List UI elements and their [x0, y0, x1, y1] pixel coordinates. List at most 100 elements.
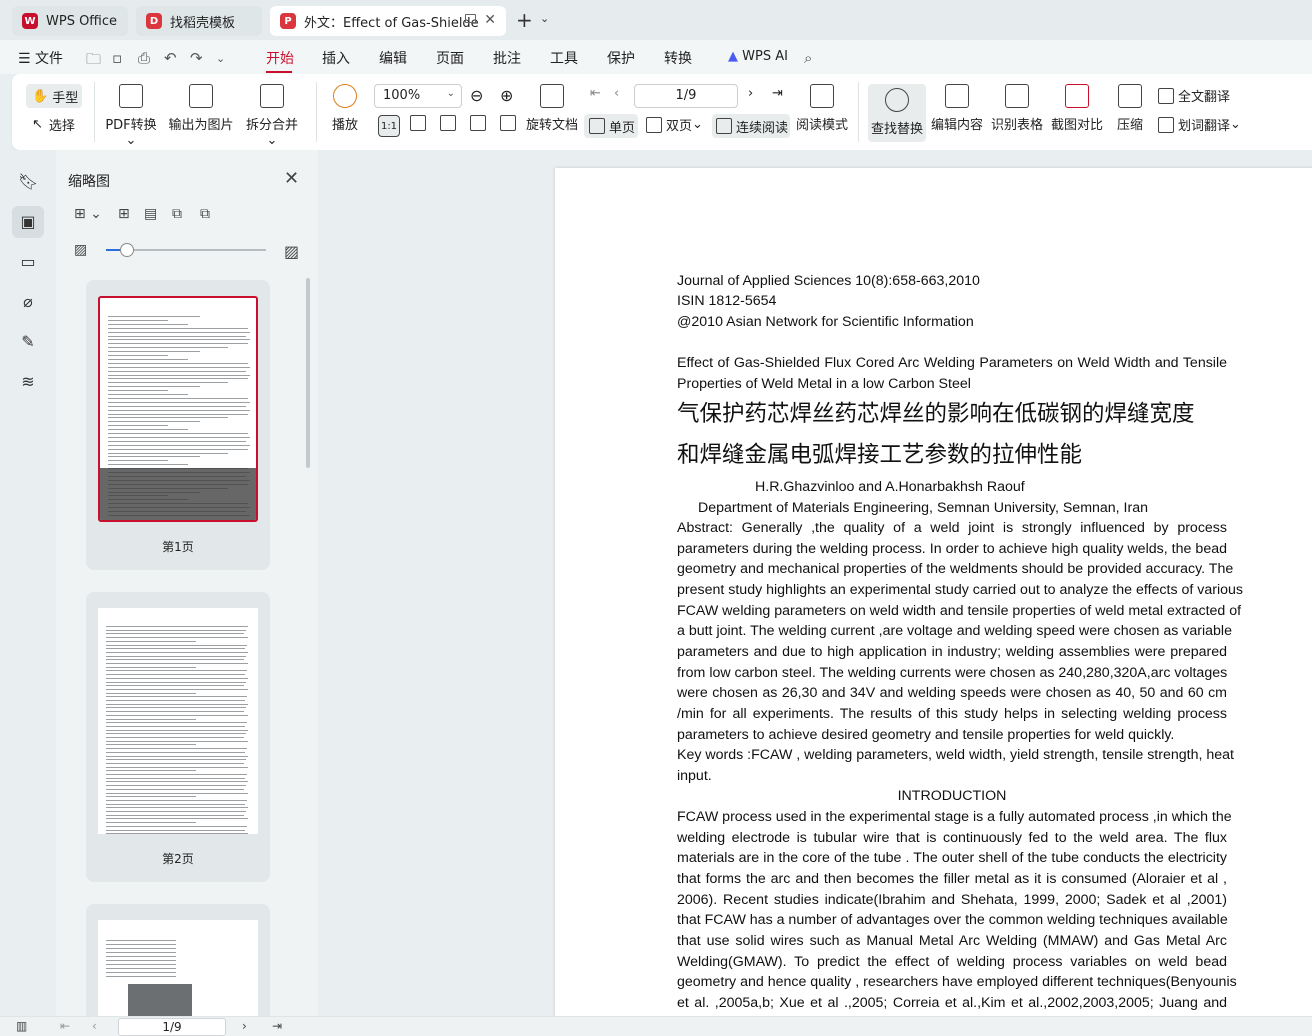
actual-size-icon[interactable]: 1:1 — [378, 115, 400, 137]
close-icon[interactable]: ✕ — [284, 168, 299, 189]
reading-mode-button[interactable]: 阅读模式 — [794, 84, 850, 133]
find-replace-button[interactable]: 查找替换 — [868, 84, 926, 142]
thumbnail-text-line — [106, 718, 196, 720]
tab-document[interactable]: P 外文：Effect of Gas-Shielde ✕ — [270, 6, 506, 36]
layers-icon[interactable]: ≋ — [18, 372, 38, 392]
thumbnail-text-line — [108, 421, 200, 423]
continuous-reading-button[interactable]: 连续阅读 — [712, 114, 790, 138]
bookmark-icon[interactable]: 🔖︎ — [18, 172, 38, 192]
page-2-thumbnail[interactable] — [98, 608, 258, 834]
comment-icon[interactable]: ▭ — [18, 252, 38, 272]
slider-knob[interactable] — [120, 243, 134, 257]
compress-button[interactable]: 压缩 — [1110, 84, 1150, 133]
zoom-out-icon[interactable]: ⊖ — [470, 86, 483, 105]
prev-page-icon[interactable]: ‹ — [614, 86, 619, 101]
thumbnail-text-line — [108, 440, 246, 442]
last-page-icon[interactable]: ⇥ — [772, 86, 783, 101]
play-button[interactable]: 播放 — [324, 84, 366, 133]
fit-width-icon[interactable] — [440, 115, 460, 131]
signature-icon[interactable]: ✎ — [18, 332, 38, 352]
menu-bar: ☰ 文件 🗀 ▫ ⎙ ↶ ↷ ⌄ 开始 插入 编辑 页面 批注 工具 保护 转换… — [0, 40, 1312, 74]
thumbnail-text-line — [106, 737, 244, 738]
extract-page-icon[interactable]: ⧉ — [200, 206, 210, 222]
double-page-button[interactable]: 双页 ⌄ — [646, 115, 703, 134]
screenshot-compare-button[interactable]: 截图对比 — [1050, 84, 1104, 133]
undo-icon[interactable]: ↶ — [164, 49, 177, 67]
text-line: parameters to achieve desired geometry a… — [677, 726, 1175, 743]
export-image-button[interactable]: 输出为图片 — [168, 84, 234, 133]
chevron-down-icon[interactable]: ⌄ — [540, 12, 549, 25]
rotate-right-icon[interactable] — [500, 115, 520, 131]
grid-view-icon[interactable]: ⊞ ⌄ — [74, 206, 102, 222]
close-tab-icon[interactable]: ✕ — [484, 12, 496, 28]
print-icon[interactable]: ⎙ — [138, 49, 150, 67]
prev-page-icon[interactable]: ‹ — [92, 1019, 97, 1033]
thumbnail-text-line — [108, 378, 248, 380]
next-page-icon[interactable]: › — [242, 1019, 247, 1033]
edit-content-button[interactable]: 编辑内容 — [930, 84, 984, 133]
menu-convert[interactable]: 转换 — [664, 48, 692, 68]
small-image-icon[interactable]: ▨ — [74, 242, 87, 258]
menu-annotate[interactable]: 批注 — [493, 48, 521, 68]
zoom-select[interactable]: 100% ⌄ — [374, 84, 462, 108]
first-page-icon[interactable]: ⇤ — [590, 86, 601, 101]
thumbnail-card-page-1[interactable]: 第1页 — [86, 280, 270, 570]
menu-home[interactable]: 开始 — [266, 48, 294, 68]
menu-insert[interactable]: 插入 — [322, 48, 350, 68]
duplicate-page-icon[interactable]: ⧉ — [172, 206, 182, 222]
last-page-icon[interactable]: ⇥ — [272, 1019, 282, 1033]
select-tool-button[interactable]: ↖ 选择 — [32, 115, 75, 134]
menu-page[interactable]: 页面 — [436, 48, 464, 68]
thumbnail-icon[interactable]: ▣ — [18, 212, 38, 232]
tab-label: WPS Office — [46, 13, 118, 29]
save-icon[interactable]: ▫ — [112, 49, 122, 67]
chevron-down-icon[interactable]: ⌄ — [216, 52, 225, 65]
document-viewport[interactable]: Journal of Applied Sciences 10(8):658-66… — [318, 150, 1312, 1016]
single-page-button[interactable]: 单页 — [584, 114, 638, 138]
window-icon[interactable] — [465, 14, 476, 23]
rotate-document-button[interactable]: 旋转文档 — [522, 84, 582, 133]
split-merge-button[interactable]: 拆分合并 ⌄ — [240, 84, 304, 148]
new-tab-icon[interactable]: + — [516, 8, 533, 32]
insert-page-icon[interactable]: ⊞ — [118, 206, 130, 222]
export-image-icon — [189, 84, 213, 108]
tab-template[interactable]: D 找稻壳模板 — [136, 6, 262, 36]
fit-page-icon[interactable] — [410, 115, 430, 131]
first-page-icon[interactable]: ⇤ — [60, 1019, 70, 1033]
status-page-input[interactable]: 1/9 — [118, 1018, 226, 1036]
rotate-left-icon[interactable] — [470, 115, 490, 131]
thumbnail-card-page-3[interactable] — [86, 904, 270, 1024]
redo-icon[interactable]: ↷ — [190, 49, 203, 67]
page-number-input[interactable]: 1/9 — [634, 84, 738, 108]
open-folder-icon[interactable]: 🗀 — [86, 49, 101, 74]
sidebar-toggle-icon[interactable]: ▥ — [16, 1019, 27, 1033]
double-page-icon — [646, 116, 662, 133]
thumbnail-text-line — [108, 401, 250, 403]
text-line: /min for all experiments. The results of… — [677, 705, 1227, 722]
thumbnail-text-line — [106, 663, 248, 664]
attachment-icon[interactable]: ⌀ — [18, 292, 38, 312]
page-1-thumbnail[interactable] — [98, 296, 258, 522]
large-image-icon[interactable]: ▨ — [284, 242, 299, 261]
text-line: a butt joint. The welding current ,are v… — [677, 623, 1232, 640]
recognize-table-button[interactable]: 识别表格 — [990, 84, 1044, 133]
wps-ai-button[interactable]: ▲ WPS AI — [728, 49, 788, 64]
thumbnail-card-page-2[interactable]: 第2页 — [86, 592, 270, 882]
thumbnail-text-line — [108, 331, 250, 333]
full-translate-button[interactable]: 全文翻译 — [1158, 86, 1230, 105]
thumbnail-text-line — [106, 692, 196, 694]
hand-tool-button[interactable]: ✋ 手型 — [26, 84, 82, 108]
word-translate-button[interactable]: 划词翻译 ⌄ — [1158, 115, 1241, 134]
zoom-in-icon[interactable]: ⊕ — [500, 86, 513, 105]
panel-scrollbar[interactable] — [306, 278, 310, 468]
next-page-icon[interactable]: › — [748, 86, 753, 101]
file-menu[interactable]: ☰ 文件 — [18, 48, 63, 68]
search-icon[interactable]: ⌕ — [804, 49, 812, 67]
menu-edit[interactable]: 编辑 — [379, 48, 407, 68]
menu-protect[interactable]: 保护 — [607, 48, 635, 68]
tab-wps-office[interactable]: W WPS Office — [12, 6, 128, 36]
pdf-convert-button[interactable]: PDF转换 ⌄ — [100, 84, 162, 148]
menu-tools[interactable]: 工具 — [550, 48, 578, 68]
page-3-thumbnail[interactable] — [98, 920, 258, 1024]
page-settings-icon[interactable]: ▤ — [144, 206, 157, 222]
